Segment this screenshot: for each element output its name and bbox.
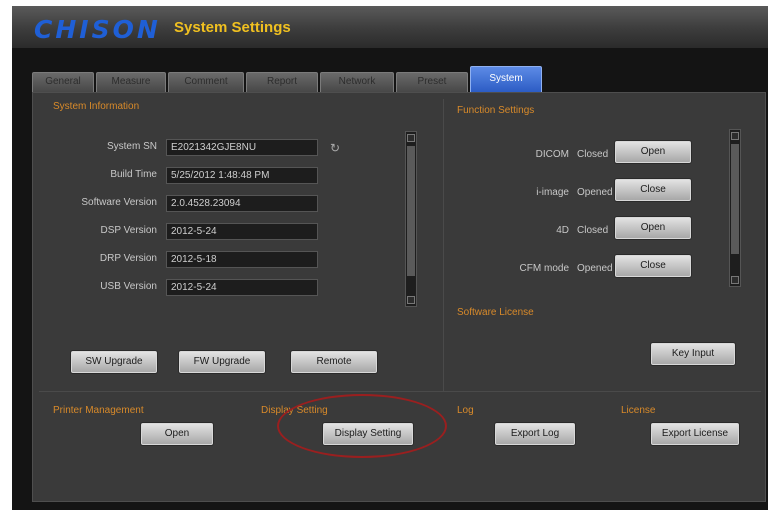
usb-version-label: USB Version	[100, 281, 157, 292]
tab-measure[interactable]: Measure	[96, 72, 166, 92]
software-version-label: Software Version	[81, 197, 157, 208]
tab-preset[interactable]: Preset	[396, 72, 468, 92]
display-setting-highlight	[277, 394, 447, 458]
system-panel: System Information System SN E2021342GJE…	[32, 92, 766, 502]
tab-network[interactable]: Network	[320, 72, 394, 92]
chison-logo: CHISON	[34, 15, 161, 44]
dsp-version-label: DSP Version	[100, 225, 157, 236]
4d-status: Closed	[577, 225, 609, 236]
ultrasound-screen: CHISON System Settings General Measure C…	[12, 6, 768, 510]
header-bar: CHISON System Settings	[12, 6, 768, 48]
drp-version-value: 2012-5-18	[166, 251, 318, 268]
function-settings-title: Function Settings	[457, 105, 535, 116]
scroll-up-icon[interactable]	[407, 134, 415, 142]
refresh-icon[interactable]: ↻	[330, 141, 340, 155]
dicom-label: DICOM	[535, 149, 569, 160]
scroll-down-icon[interactable]	[407, 296, 415, 304]
i-image-close-button[interactable]: Close	[615, 179, 691, 201]
page-title: System Settings	[174, 19, 291, 36]
system-info-scrollbar[interactable]	[405, 131, 417, 307]
cfm-mode-status: Opened	[577, 263, 613, 274]
usb-version-value: 2012-5-24	[166, 279, 318, 296]
log-title: Log	[457, 405, 474, 416]
i-image-label: i-image	[536, 187, 569, 198]
cfm-mode-label: CFM mode	[519, 263, 569, 274]
scroll-thumb[interactable]	[407, 146, 415, 276]
dsp-version-value: 2012-5-24	[166, 223, 318, 240]
key-input-button[interactable]: Key Input	[651, 343, 735, 365]
export-log-button[interactable]: Export Log	[495, 423, 575, 445]
build-time-label: Build Time	[110, 169, 157, 180]
sw-upgrade-button[interactable]: SW Upgrade	[71, 351, 157, 373]
column-divider	[443, 99, 444, 391]
printer-open-button[interactable]: Open	[141, 423, 213, 445]
tab-report[interactable]: Report	[246, 72, 318, 92]
section-divider	[39, 391, 761, 392]
software-version-value: 2.0.4528.23094	[166, 195, 318, 212]
system-sn-value: E2021342GJE8NU	[166, 139, 318, 156]
4d-open-button[interactable]: Open	[615, 217, 691, 239]
system-information-title: System Information	[53, 101, 140, 112]
i-image-status: Opened	[577, 187, 613, 198]
build-time-value: 5/25/2012 1:48:48 PM	[166, 167, 318, 184]
license-title: License	[621, 405, 656, 416]
remote-button[interactable]: Remote	[291, 351, 377, 373]
function-settings-scrollbar[interactable]	[729, 129, 741, 287]
system-sn-label: System SN	[106, 141, 157, 152]
tab-comment[interactable]: Comment	[168, 72, 244, 92]
export-license-button[interactable]: Export License	[651, 423, 739, 445]
drp-version-label: DRP Version	[99, 253, 157, 264]
scroll-up-icon[interactable]	[731, 132, 739, 140]
fw-upgrade-button[interactable]: FW Upgrade	[179, 351, 265, 373]
cfm-mode-close-button[interactable]: Close	[615, 255, 691, 277]
4d-label: 4D	[556, 225, 569, 236]
dicom-status: Closed	[577, 149, 609, 160]
scroll-thumb[interactable]	[731, 144, 739, 254]
software-license-title: Software License	[457, 307, 534, 318]
dicom-open-button[interactable]: Open	[615, 141, 691, 163]
scroll-down-icon[interactable]	[731, 276, 739, 284]
tab-system[interactable]: System	[470, 66, 542, 92]
printer-management-title: Printer Management	[53, 405, 144, 416]
tab-general[interactable]: General	[32, 72, 94, 92]
